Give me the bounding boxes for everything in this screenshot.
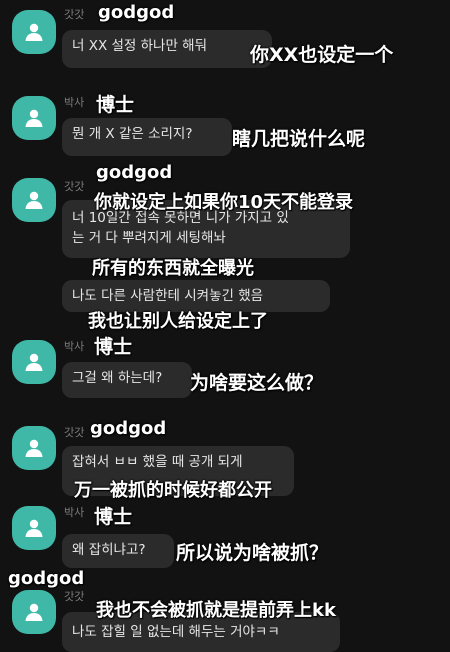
message-text: 잡혀서 ㅂㅂ 했을 때 공개 되게	[72, 454, 243, 470]
sender-tag: 갓갓	[64, 426, 85, 439]
message-text: 나도 다른 사람한테 시켜놓긴 했음	[72, 288, 264, 304]
translation-caption: 你就设定上如果你10天不能登录	[94, 192, 354, 213]
caption-name: godgod	[8, 568, 85, 589]
message-text-line: 는 거 다 뿌려지게 세팅해놔	[72, 230, 226, 246]
message-text: 그걸 왜 하는데?	[72, 370, 163, 386]
sender-tag: 박사	[64, 340, 85, 353]
avatar-godgod[interactable]	[12, 590, 56, 634]
person-icon	[25, 191, 43, 209]
translation-caption: 瞎几把说什么呢	[232, 128, 366, 150]
person-icon	[25, 23, 43, 41]
avatar-godgod[interactable]	[12, 426, 56, 470]
sender-tag: 박사	[64, 506, 85, 519]
translation-caption: 所以说为啥被抓？	[176, 542, 329, 564]
translation-caption: 我也让别人给设定上了	[88, 311, 268, 332]
sender-tag: 갓갓	[64, 8, 85, 21]
message-bubble: 왜 잡히냐고?	[62, 534, 174, 568]
caption-name: 博士	[94, 506, 133, 528]
translation-caption: 你XX也设定一个	[250, 44, 394, 66]
translation-caption: 我也不会被抓就是提前弄上kk	[96, 600, 336, 621]
message-bubble: 뭔 개 X 같은 소리지?	[62, 118, 232, 156]
person-icon	[25, 353, 43, 371]
sender-tag: 갓갓	[64, 180, 85, 193]
avatar-boss[interactable]	[12, 96, 56, 140]
message-bubble: 너 XX 설정 하나만 해둬	[62, 30, 272, 68]
sender-tag: 갓갓	[64, 590, 85, 603]
person-icon	[25, 519, 43, 537]
avatar-godgod[interactable]	[12, 178, 56, 222]
sender-tag: 박사	[64, 96, 85, 109]
person-icon	[25, 439, 43, 457]
message-text: 너 XX 설정 하나만 해둬	[72, 38, 208, 54]
message-bubble: 그걸 왜 하는데?	[62, 362, 192, 398]
person-icon	[25, 109, 43, 127]
person-icon	[25, 603, 43, 621]
caption-name: godgod	[90, 418, 167, 439]
message-text: 나도 잡힐 일 없는데 해두는 거야ㅋㅋ	[72, 624, 280, 640]
avatar-godgod[interactable]	[12, 10, 56, 54]
caption-name: 博士	[96, 94, 135, 116]
caption-name: godgod	[96, 162, 173, 183]
message-text: 왜 잡히냐고?	[72, 542, 146, 558]
caption-name: godgod	[98, 2, 175, 23]
translation-caption: 所有的东西就全曝光	[92, 258, 254, 279]
avatar-boss[interactable]	[12, 340, 56, 384]
translation-caption: 万一被抓的时候好都公开	[74, 480, 272, 501]
avatar-boss[interactable]	[12, 506, 56, 550]
caption-name: 博士	[94, 336, 133, 358]
translation-caption: 为啥要这么做？	[190, 372, 324, 394]
message-text: 뭔 개 X 같은 소리지?	[72, 126, 193, 142]
